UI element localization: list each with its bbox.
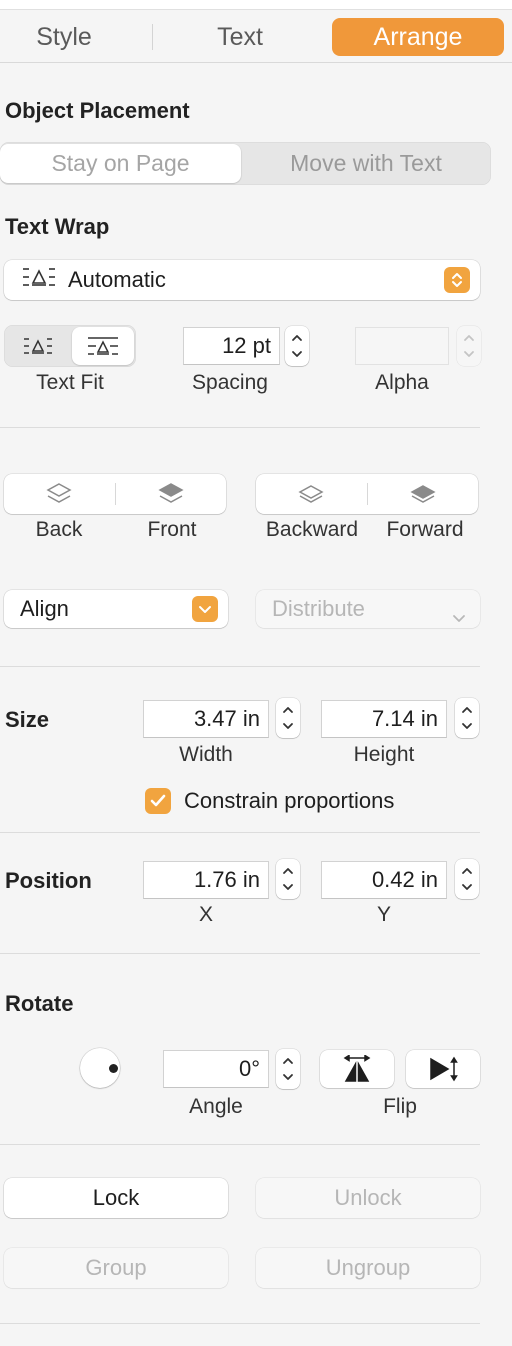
text-wrap-title: Text Wrap [5,214,110,239]
rotation-knob[interactable] [80,1048,120,1088]
text-wrap-value: Automatic [68,267,166,292]
object-placement-title: Object Placement [5,98,190,123]
text-fit-right-option[interactable] [72,327,134,365]
align-popup[interactable]: Align [4,590,228,628]
chevron-down-icon [283,1074,293,1080]
alpha-field [355,327,449,365]
distribute-popup: Distribute [256,590,480,628]
object-placement-control: Stay on Page Move with Text [0,142,491,185]
divider [0,1323,480,1324]
divider [0,832,480,833]
move-with-text-option[interactable]: Move with Text [243,144,489,183]
flip-horizontal-button[interactable] [320,1050,394,1088]
text-wrap-popup[interactable]: Automatic [4,260,480,300]
backward-button[interactable] [256,474,366,514]
chevron-up-icon [464,335,474,341]
wrap-tight-icon [88,337,118,355]
text-wrap-automatic-icon [22,267,56,293]
height-field[interactable]: 7.14 in [321,700,447,738]
flip-vertical-icon [430,1056,458,1082]
chevron-down-icon [283,884,293,890]
chevron-down-icon [292,351,302,357]
chevron-up-icon [283,868,293,874]
flip-vertical-button[interactable] [406,1050,480,1088]
chevron-up-icon [283,707,293,713]
spacing-label: Spacing [192,371,268,394]
top-strip [0,0,512,10]
text-fit-control [4,325,136,367]
x-field[interactable]: 1.76 in [143,861,269,899]
width-label: Width [179,743,233,766]
constrain-proportions-label: Constrain proportions [184,788,395,813]
divider [0,953,480,954]
rotate-title: Rotate [5,991,74,1016]
lock-button[interactable]: Lock [4,1178,228,1218]
chevron-down-icon [192,596,218,622]
back-button[interactable] [4,474,114,514]
ungroup-button: Ungroup [256,1248,480,1288]
group-button: Group [4,1248,228,1288]
chevron-down-icon [452,604,466,630]
angle-label: Angle [189,1095,243,1118]
y-stepper[interactable] [455,859,479,899]
divider [0,666,480,667]
tab-divider [152,24,153,50]
chevron-up-icon [462,707,472,713]
unlock-button: Unlock [256,1178,480,1218]
back-front-control [4,474,226,514]
front-button[interactable] [116,474,226,514]
width-stepper[interactable] [276,698,300,738]
chevron-up-icon [283,1058,293,1064]
rotation-knob-indicator [109,1064,118,1073]
y-field[interactable]: 0.42 in [321,861,447,899]
height-label: Height [353,743,415,766]
chevron-down-icon [462,884,472,890]
back-label: Back [35,518,83,541]
width-field[interactable]: 3.47 in [143,700,269,738]
height-stepper[interactable] [455,698,479,738]
forward-label: Forward [386,518,464,541]
checkmark-icon [150,794,166,807]
constrain-proportions-checkbox[interactable] [145,788,171,814]
spacing-field[interactable]: 12 pt [183,327,280,365]
position-title: Position [5,868,92,893]
alpha-label: Alpha [375,371,429,394]
distribute-label: Distribute [272,596,365,621]
angle-stepper[interactable] [276,1049,300,1089]
layer-backward-icon [298,485,324,503]
wrap-around-icon [24,338,52,354]
layers-back-icon [46,483,72,503]
tab-style[interactable]: Style [0,18,128,56]
layer-forward-icon [410,485,436,503]
spacing-stepper[interactable] [285,326,309,366]
backward-forward-control [256,474,478,514]
y-label: Y [376,903,391,926]
forward-button[interactable] [368,474,478,514]
stay-on-page-option[interactable]: Stay on Page [0,144,241,183]
chevron-up-icon [292,335,302,341]
chevron-down-icon [462,723,472,729]
flip-horizontal-icon [343,1055,371,1082]
chevron-down-icon [283,723,293,729]
angle-field[interactable]: 0° [163,1050,269,1088]
divider [0,1144,480,1145]
layers-front-icon [158,483,184,503]
chevron-updown-icon [444,267,470,293]
tab-text[interactable]: Text [176,18,304,56]
divider [0,427,480,428]
alpha-stepper [457,326,481,366]
text-fit-label: Text Fit [36,371,104,394]
chevron-up-icon [462,868,472,874]
tab-arrange[interactable]: Arrange [332,18,504,56]
tab-bar-divider [0,62,512,63]
x-stepper[interactable] [276,859,300,899]
align-label: Align [20,596,69,621]
chevron-down-icon [464,351,474,357]
text-fit-left-option[interactable] [6,327,70,365]
x-label: X [198,903,213,926]
front-label: Front [147,518,197,541]
flip-label: Flip [383,1095,417,1118]
size-title: Size [5,707,50,732]
backward-label: Backward [265,518,359,541]
